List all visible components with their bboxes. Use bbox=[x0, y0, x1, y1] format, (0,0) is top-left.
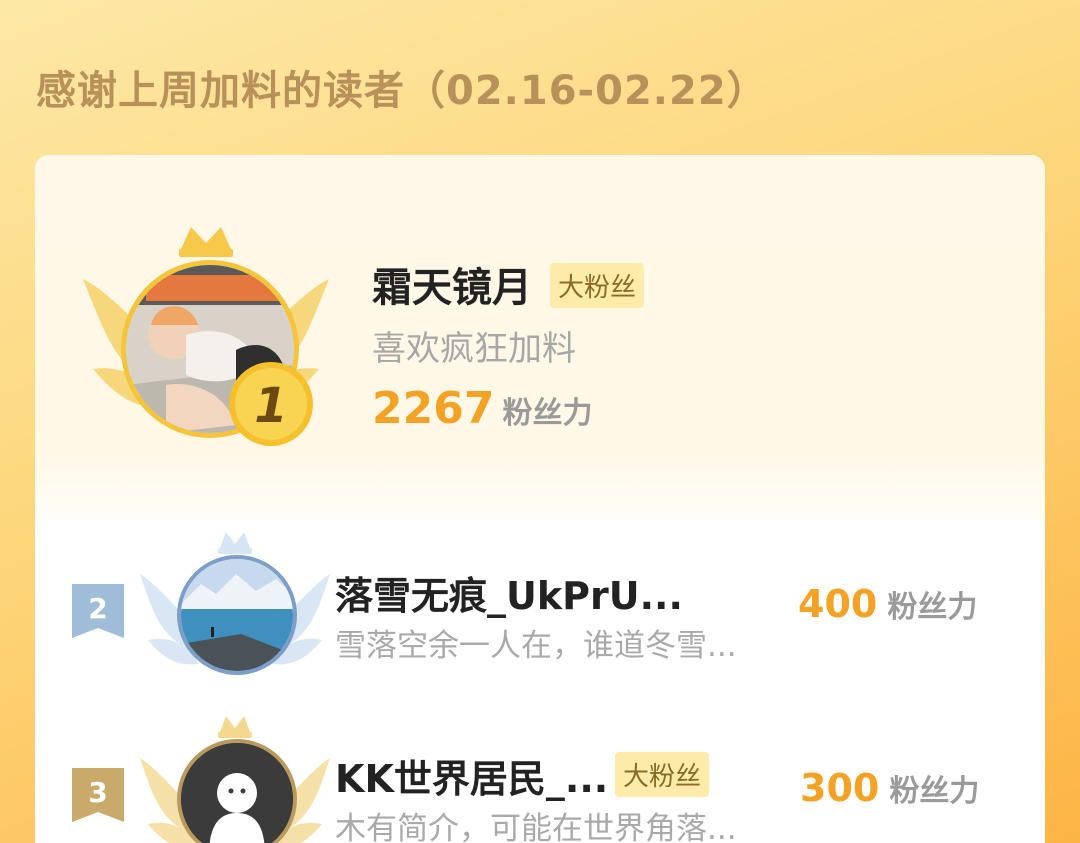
rank-1-medal-icon: 1 bbox=[229, 362, 313, 446]
top-reader-score: 2267 粉丝力 bbox=[372, 383, 592, 434]
reader-ranking-card: 1 霜天镜月 大粉丝 喜欢疯狂加料 2267 粉丝力 2 落雪无痕_UkPrU.… bbox=[35, 155, 1045, 843]
score-value: 400 bbox=[798, 582, 878, 626]
fan-tag: 大粉丝 bbox=[550, 263, 645, 308]
rank-number: 2 bbox=[88, 592, 107, 625]
score-unit: 粉丝力 bbox=[889, 774, 980, 809]
reader-name: KK世界居民_... bbox=[335, 757, 609, 801]
score-value: 300 bbox=[800, 766, 880, 810]
rank-2-flag-icon: 2 bbox=[72, 584, 124, 638]
avatar[interactable] bbox=[177, 555, 297, 675]
reader-name: 落雪无痕_UkPrU... bbox=[335, 574, 683, 618]
fan-tag: 大粉丝 bbox=[615, 752, 710, 797]
score-unit: 粉丝力 bbox=[502, 396, 593, 431]
score-value: 2267 bbox=[372, 383, 495, 434]
default-user-avatar-icon bbox=[181, 743, 293, 843]
top-reader-bio: 喜欢疯狂加料 bbox=[372, 329, 576, 369]
reader-bio: 木有简介，可能在世界角落... bbox=[335, 811, 737, 843]
lake-scenery-avatar-icon bbox=[181, 559, 293, 671]
page-title: 感谢上周加料的读者（02.16-02.22） bbox=[36, 68, 768, 114]
score-unit: 粉丝力 bbox=[887, 590, 978, 625]
reader-bio: 雪落空余一人在，谁道冬雪... bbox=[335, 628, 737, 664]
rank-number: 1 bbox=[254, 378, 287, 434]
reader-list: 2 落雪无痕_UkPrU... 雪落空余一人在，谁道冬雪... 400 粉丝力 … bbox=[35, 520, 1045, 843]
reader-score: 400 粉丝力 bbox=[798, 582, 977, 626]
reader-score: 300 粉丝力 bbox=[800, 766, 979, 810]
rank-number: 3 bbox=[88, 776, 107, 809]
top-reader-section[interactable]: 1 霜天镜月 大粉丝 喜欢疯狂加料 2267 粉丝力 bbox=[35, 155, 1045, 520]
rank-3-flag-icon: 3 bbox=[72, 768, 124, 822]
top-reader-name: 霜天镜月 bbox=[372, 265, 532, 311]
